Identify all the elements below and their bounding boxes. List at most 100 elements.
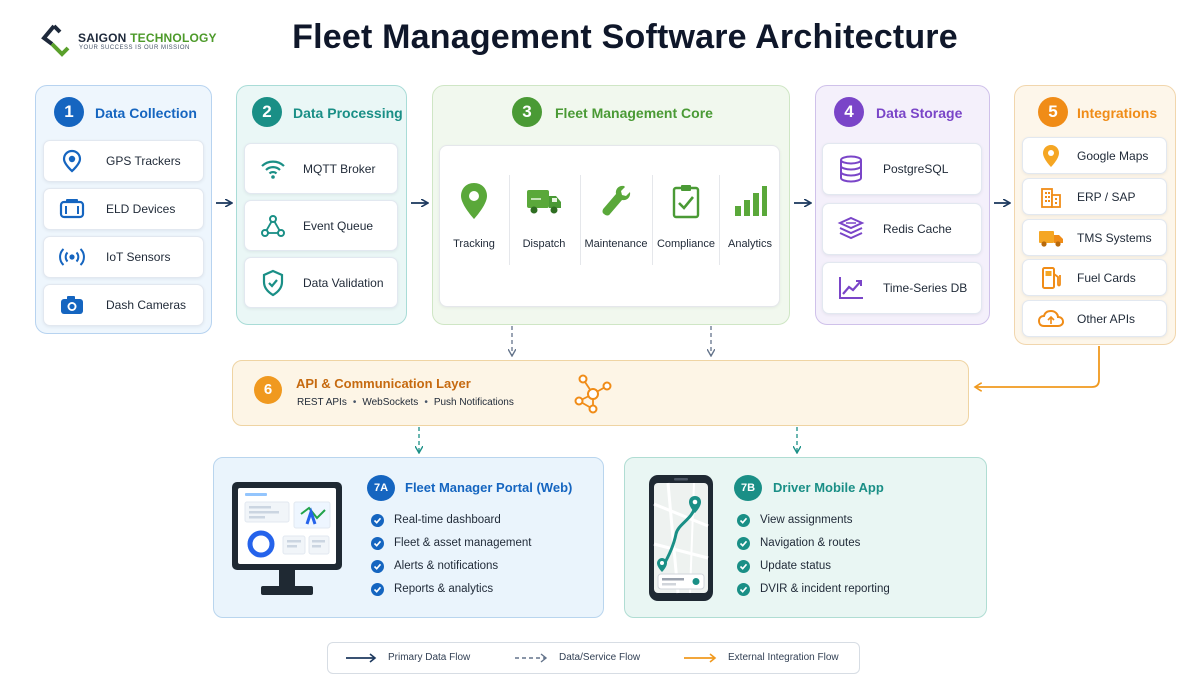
truck-icon [1037, 224, 1065, 252]
page-title: Fleet Management Software Architecture [292, 18, 958, 56]
card-label: ERP / SAP [1077, 189, 1136, 204]
api-layer-items: REST APIs • WebSockets • Push Notifications [297, 397, 514, 408]
iot-signal-icon [58, 243, 86, 271]
layers-icon [837, 215, 865, 243]
panel-7b-badge: 7B [734, 475, 762, 501]
core-item-label: Dispatch [522, 238, 566, 250]
card-label: Event Queue [303, 218, 374, 233]
panel-3-badge: 3 [512, 97, 542, 127]
panel-7a-badge: 7A [367, 475, 395, 501]
panel-4-badge: 4 [834, 97, 864, 127]
solid-arrow-icon [346, 652, 377, 663]
core-item-dispatch: Dispatch [509, 180, 579, 250]
legend-label: Data/Service Flow [559, 652, 641, 663]
feature-label: Update status [760, 560, 831, 572]
clipboard-check-icon [651, 180, 721, 222]
card-mqtt-broker: MQTT Broker [244, 143, 398, 194]
feature-label: Reports & analytics [394, 583, 494, 595]
card-label: ELD Devices [106, 202, 176, 216]
check-icon [371, 559, 384, 573]
card-data-validation: Data Validation [244, 257, 398, 308]
line-chart-icon [837, 274, 865, 302]
fuel-pump-icon [1037, 264, 1065, 292]
panel-1-title: Data Collection [95, 105, 197, 121]
check-icon [737, 582, 750, 596]
wrench-icon [581, 180, 651, 222]
card-label: PostgreSQL [883, 162, 949, 176]
portal-feature: Alerts & notifications [371, 558, 498, 574]
architecture-diagram: SAIGON TECHNOLOGY YOUR SUCCESS IS OUR MI… [0, 0, 1200, 675]
portal-feature: Fleet & asset management [371, 535, 531, 551]
separator: • [424, 397, 428, 408]
panel-6-badge: 6 [254, 376, 282, 404]
mobile-feature: DVIR & incident reporting [737, 581, 890, 597]
panel-2-title: Data Processing [293, 105, 403, 121]
panel-5-badge: 5 [1038, 97, 1068, 127]
wifi-icon [259, 155, 287, 183]
card-google-maps: Google Maps [1022, 137, 1167, 174]
card-label: IoT Sensors [106, 250, 171, 264]
core-item-tracking: Tracking [439, 180, 509, 250]
check-icon [737, 513, 750, 527]
location-pin-icon [439, 180, 509, 222]
feature-label: View assignments [760, 514, 853, 526]
legend-label: External Integration Flow [728, 652, 839, 663]
panel-1-badge: 1 [54, 97, 84, 127]
card-tms-systems: TMS Systems [1022, 219, 1167, 256]
check-icon [371, 513, 384, 527]
feature-label: Alerts & notifications [394, 560, 499, 572]
legend-label: Primary Data Flow [388, 652, 471, 663]
card-time-series-db: Time-Series DB [822, 262, 982, 314]
check-icon [371, 582, 384, 596]
core-item-maintenance: Maintenance [581, 180, 651, 250]
card-label: Fuel Cards [1077, 270, 1136, 285]
node-network-icon [259, 212, 287, 240]
panel-5-title: Integrations [1077, 105, 1158, 121]
api-item: WebSockets [362, 397, 419, 408]
core-item-label: Compliance [656, 238, 716, 250]
feature-label: Fleet & asset management [394, 537, 532, 549]
panel-3-title: Fleet Management Core [555, 105, 713, 121]
feature-label: Navigation & routes [760, 537, 861, 549]
api-layer-title: API & Communication Layer [296, 376, 471, 391]
card-label: Other APIs [1077, 311, 1136, 326]
api-item: Push Notifications [433, 397, 514, 408]
location-pin-icon [58, 147, 86, 175]
building-icon [1037, 183, 1065, 211]
legend-external: External Integration Flow [684, 652, 839, 663]
bar-chart-icon [715, 180, 785, 222]
core-item-analytics: Analytics [715, 180, 785, 250]
card-redis-cache: Redis Cache [822, 203, 982, 255]
truck-icon [509, 180, 579, 222]
card-gps-trackers: GPS Trackers [43, 140, 204, 182]
orange-arrow-icon [684, 652, 717, 663]
separator: • [352, 397, 357, 408]
core-item-label: Tracking [453, 238, 495, 250]
external-integration-arrow [976, 346, 1100, 387]
card-label: GPS Trackers [106, 154, 181, 168]
card-eld-devices: ELD Devices [43, 188, 204, 230]
portal-feature: Reports & analytics [371, 581, 493, 597]
card-label: Google Maps [1077, 148, 1149, 163]
check-icon [737, 536, 750, 550]
card-iot-sensors: IoT Sensors [43, 236, 204, 278]
card-label: Data Validation [303, 275, 384, 290]
map-pin-icon [1037, 142, 1065, 170]
card-fuel-cards: Fuel Cards [1022, 259, 1167, 296]
card-postgresql: PostgreSQL [822, 143, 982, 195]
shield-check-icon [259, 269, 287, 297]
portal-feature: Real-time dashboard [371, 512, 501, 528]
card-label: TMS Systems [1077, 230, 1152, 245]
card-label: MQTT Broker [303, 161, 376, 176]
mobile-title: Driver Mobile App [773, 480, 884, 495]
mobile-phone-icon [649, 475, 713, 601]
core-item-label: Maintenance [584, 238, 648, 250]
dashed-arrow-icon [515, 652, 548, 663]
core-item-label: Analytics [727, 238, 773, 250]
api-item: REST APIs [297, 397, 347, 408]
mobile-feature: Navigation & routes [737, 535, 860, 551]
network-hub-icon [574, 374, 612, 414]
feature-label: Real-time dashboard [394, 514, 501, 526]
mobile-feature: View assignments [737, 512, 852, 528]
card-event-queue: Event Queue [244, 200, 398, 251]
